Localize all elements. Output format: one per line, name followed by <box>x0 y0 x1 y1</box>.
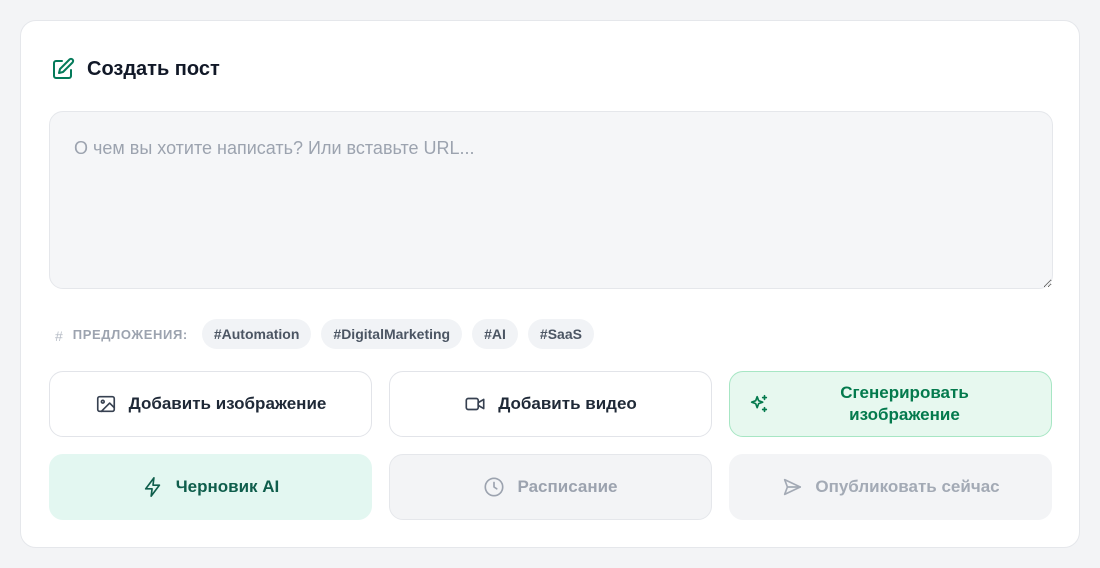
generate-image-label: Сгенерировать изображение <box>782 382 1051 426</box>
composer-wrap <box>49 111 1053 289</box>
publish-now-label: Опубликовать сейчас <box>815 477 1000 496</box>
create-post-card: Создать пост # ПРЕДЛОЖЕНИЯ: #Automation … <box>20 20 1080 548</box>
ai-draft-button[interactable]: Черновик AI <box>49 454 372 520</box>
add-video-button[interactable]: Добавить видео <box>389 371 712 437</box>
hashtag-icon: # <box>55 328 63 344</box>
card-header: Создать пост <box>51 57 220 81</box>
generate-image-label-line1: Сгенерировать <box>840 383 969 402</box>
send-icon <box>781 476 803 498</box>
ai-draft-label: Черновик AI <box>175 477 280 496</box>
hashtag-chip-saas[interactable]: #SaaS <box>527 319 594 349</box>
generate-image-label-line2: изображение <box>849 405 960 424</box>
add-video-label: Добавить видео <box>498 394 637 413</box>
sparkles-icon <box>748 393 770 415</box>
schedule-label: Расписание <box>517 477 618 496</box>
hashtag-suggestions: # ПРЕДЛОЖЕНИЯ: #Automation #DigitalMarke… <box>55 319 594 349</box>
suggestions-label: ПРЕДЛОЖЕНИЯ: <box>72 326 188 342</box>
image-icon <box>95 393 117 415</box>
edit-icon <box>51 57 75 81</box>
hashtag-chip-digitalmarketing[interactable]: #DigitalMarketing <box>321 319 463 349</box>
add-image-button[interactable]: Добавить изображение <box>49 371 372 437</box>
generate-image-button[interactable]: Сгенерировать изображение <box>729 371 1052 437</box>
video-icon <box>464 393 486 415</box>
hashtag-chip-ai[interactable]: #AI <box>472 319 518 349</box>
lightning-icon <box>142 476 164 498</box>
clock-icon <box>483 476 505 498</box>
publish-now-button[interactable]: Опубликовать сейчас <box>729 454 1052 520</box>
add-image-label: Добавить изображение <box>128 394 327 413</box>
page-title: Создать пост <box>87 57 220 80</box>
hashtag-chip-automation[interactable]: #Automation <box>201 319 312 349</box>
schedule-button[interactable]: Расписание <box>389 454 712 520</box>
post-content-input[interactable] <box>49 111 1053 289</box>
